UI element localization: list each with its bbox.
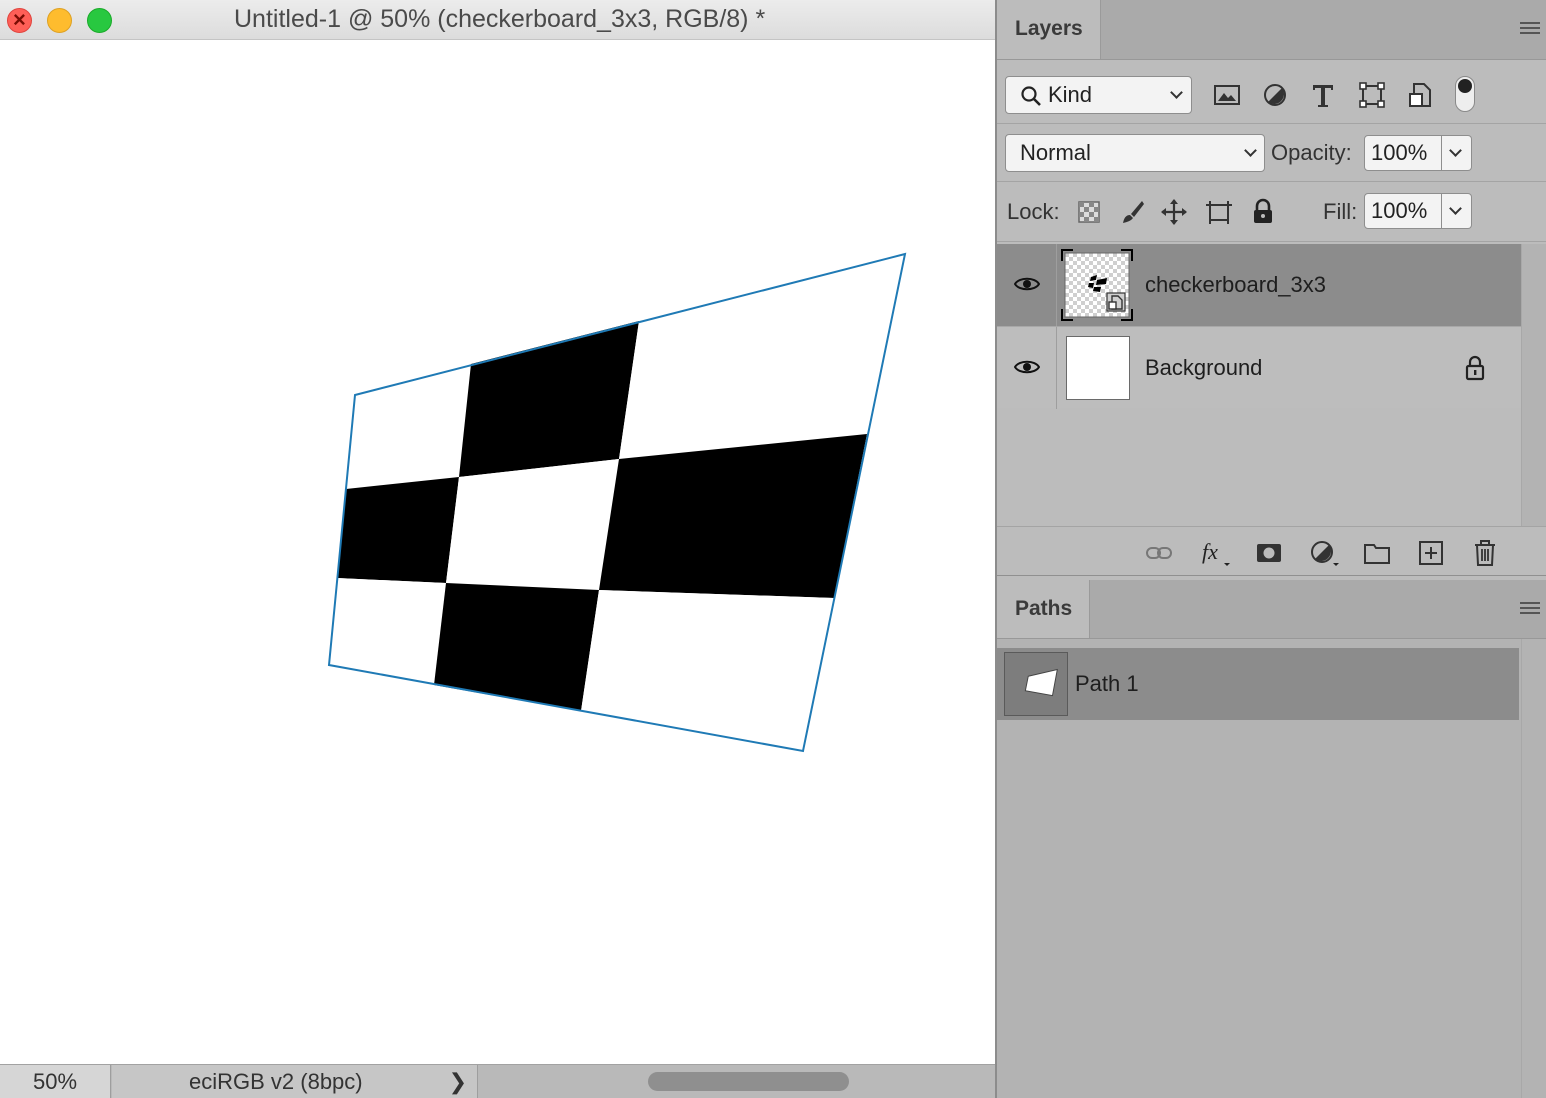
- document-window: Untitled-1 @ 50% (checkerboard_3x3, RGB/…: [0, 0, 995, 1098]
- fill-label: Fill:: [1323, 199, 1358, 224]
- new-adjustment-layer-icon[interactable]: [1309, 539, 1341, 567]
- checker-cell-r1c3: [619, 254, 905, 459]
- paths-scrollbar[interactable]: [1521, 639, 1546, 1098]
- path-thumbnail[interactable]: [1004, 652, 1068, 716]
- chevron-down-icon: [1449, 202, 1462, 215]
- opacity-dropdown-button[interactable]: [1442, 135, 1472, 171]
- layer-row-background[interactable]: Background: [997, 326, 1521, 409]
- zoom-window-button[interactable]: [87, 8, 112, 33]
- checker-cell-r3c3: [581, 590, 834, 751]
- visibility-toggle[interactable]: [997, 244, 1057, 326]
- lock-transparent-pixels-icon[interactable]: [1075, 198, 1103, 226]
- background-thumbnail[interactable]: [1066, 336, 1130, 400]
- status-bar: 50% eciRGB v2 (8bpc) ❯: [0, 1064, 995, 1098]
- blend-mode-value: Normal: [1020, 140, 1091, 165]
- delete-layer-trash-icon[interactable]: [1471, 539, 1499, 567]
- canvas-artwork[interactable]: [0, 40, 995, 1064]
- eye-icon: [1014, 277, 1040, 291]
- new-layer-icon[interactable]: [1417, 539, 1445, 567]
- lock-label: Lock:: [1007, 199, 1060, 224]
- layer-row-checkerboard[interactable]: checkerboard_3x3: [997, 244, 1521, 326]
- color-profile-label: eciRGB v2 (8bpc): [189, 1069, 363, 1094]
- smart-object-thumbnail[interactable]: [1061, 249, 1133, 321]
- layers-panel-menu-icon[interactable]: [1520, 22, 1540, 36]
- paths-tab-bar: Paths: [997, 580, 1546, 639]
- filter-toggle-switch[interactable]: [1455, 76, 1475, 112]
- canvas[interactable]: [0, 40, 995, 1064]
- paths-panel-menu-icon[interactable]: [1520, 602, 1540, 616]
- eye-icon: [1014, 360, 1040, 374]
- layer-name[interactable]: Background: [1145, 327, 1262, 409]
- opacity-field[interactable]: 100%: [1364, 135, 1442, 171]
- path-name[interactable]: Path 1: [1075, 648, 1139, 720]
- horizontal-scrollbar-thumb[interactable]: [648, 1072, 849, 1091]
- layers-panel-footer: fx: [997, 526, 1546, 576]
- layers-scrollbar[interactable]: [1521, 244, 1546, 526]
- document-info-field[interactable]: eciRGB v2 (8bpc) ❯: [112, 1065, 478, 1098]
- type-layer-filter-icon[interactable]: [1308, 80, 1338, 110]
- smart-object-filter-icon[interactable]: [1406, 80, 1436, 110]
- checker-cell-r2c3: [599, 434, 867, 598]
- new-group-folder-icon[interactable]: [1363, 539, 1391, 567]
- chevron-down-icon: [1449, 144, 1462, 157]
- zoom-level-field[interactable]: 50%: [0, 1065, 111, 1098]
- fx-layer-style-icon[interactable]: fx: [1200, 539, 1232, 567]
- lock-image-pixels-icon[interactable]: [1118, 198, 1146, 226]
- layer-name[interactable]: checkerboard_3x3: [1145, 244, 1326, 326]
- filter-kind-label: Kind: [1048, 82, 1093, 107]
- checker-cell-r3c2: [434, 583, 599, 711]
- close-window-button[interactable]: [7, 8, 32, 33]
- visibility-toggle[interactable]: [997, 327, 1057, 409]
- checker-cell-r2c1: [337, 477, 459, 583]
- layers-tab-bar: Layers: [997, 0, 1546, 60]
- checker-cell-r2c2: [446, 459, 619, 590]
- fill-dropdown-button[interactable]: [1442, 193, 1472, 229]
- path-row[interactable]: Path 1: [997, 648, 1519, 720]
- search-icon: [1021, 86, 1041, 106]
- layers-list: checkerboard_3x3 Background: [997, 244, 1546, 526]
- paths-list: Path 1: [997, 639, 1546, 1098]
- opacity-label: Opacity:: [1271, 140, 1352, 165]
- prevent-auto-nesting-icon[interactable]: [1205, 198, 1233, 226]
- lock-all-icon[interactable]: [1249, 198, 1277, 226]
- adjustment-layer-filter-icon[interactable]: [1260, 80, 1290, 110]
- lock-fill-row: Lock: Fill: 100%: [997, 182, 1546, 242]
- tab-paths[interactable]: Paths: [997, 580, 1090, 638]
- filter-kind-select[interactable]: Kind: [1005, 76, 1192, 114]
- document-title: Untitled-1 @ 50% (checkerboard_3x3, RGB/…: [234, 5, 766, 33]
- shape-layer-filter-icon[interactable]: [1357, 80, 1387, 110]
- tab-layers[interactable]: Layers: [997, 0, 1101, 59]
- panel-dock: Layers Kind Normal Opacity: 100% Lock: F…: [995, 0, 1546, 1098]
- title-bar[interactable]: Untitled-1 @ 50% (checkerboard_3x3, RGB/…: [0, 0, 995, 40]
- minimize-window-button[interactable]: [47, 8, 72, 33]
- lock-position-icon[interactable]: [1160, 198, 1188, 226]
- chevron-down-icon: [1170, 86, 1183, 99]
- chevron-down-icon: [1244, 144, 1257, 157]
- svg-text:fx: fx: [1202, 539, 1218, 564]
- layers-filter-row: Kind: [997, 66, 1546, 124]
- blend-opacity-row: Normal Opacity: 100%: [997, 124, 1546, 182]
- link-layers-icon[interactable]: [1145, 539, 1173, 567]
- layer-lock-icon[interactable]: [1464, 355, 1486, 381]
- info-menu-arrow-icon[interactable]: ❯: [449, 1065, 467, 1098]
- blend-mode-select[interactable]: Normal: [1005, 134, 1265, 172]
- checker-cell-r1c1: [346, 364, 471, 489]
- pixel-layer-filter-icon[interactable]: [1212, 80, 1242, 110]
- add-mask-icon[interactable]: [1255, 539, 1283, 567]
- fill-field[interactable]: 100%: [1364, 193, 1442, 229]
